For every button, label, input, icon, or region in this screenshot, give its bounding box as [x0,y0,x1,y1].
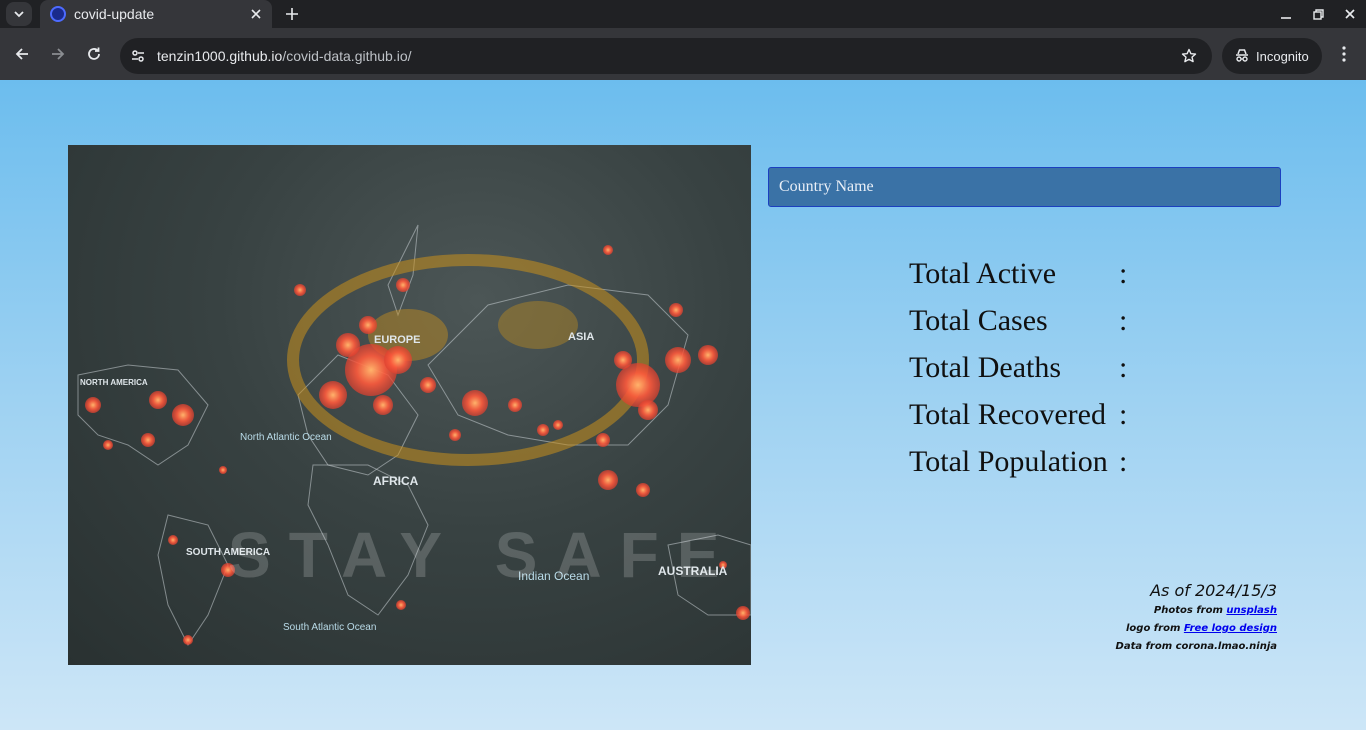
credits-block: As of 2024/15/3 Photos from unsplash log… [1116,580,1277,656]
stats-list: Total Active : Total Cases : Total Death… [909,250,1139,485]
as-of-date: As of 2024/15/3 [1150,581,1277,600]
stat-label: Total Active [909,256,1057,290]
logo-credit: logo from Free logo design [1116,620,1277,638]
logo-credit-prefix: logo from [1126,623,1181,634]
minimize-icon [1281,17,1291,19]
browser-toolbar: tenzin1000.github.io/covid-data.github.i… [0,28,1366,80]
country-search-input[interactable] [768,167,1281,207]
tab-title: covid-update [74,6,155,22]
minimize-button[interactable] [1270,0,1302,28]
map-label-europe: EUROPE [374,334,420,346]
new-tab-button[interactable] [280,2,304,26]
stat-row-population: Total Population : [909,438,1139,485]
stat-label: Total Recovered [909,397,1106,431]
stat-separator: : [1119,397,1128,431]
stat-separator: : [1119,350,1128,384]
back-button[interactable] [8,40,36,68]
map-label-africa: AFRICA [373,474,419,488]
tune-icon [132,50,144,62]
map-label-north-america: NORTH AMERICA [80,378,148,387]
tab-search-button[interactable] [6,2,32,26]
stat-row-recovered: Total Recovered : [909,391,1139,438]
photos-credit-prefix: Photos from [1153,605,1223,616]
site-favicon-icon [50,6,66,22]
incognito-label: Incognito [1256,48,1309,64]
reload-icon [88,47,100,60]
stat-row-cases: Total Cases : [909,297,1139,344]
stat-row-deaths: Total Deaths : [909,344,1139,391]
map-label-south-atlantic: South Atlantic Ocean [283,622,376,633]
stat-label: Total Cases [909,303,1048,337]
stat-separator: : [1119,444,1128,478]
close-window-button[interactable] [1334,0,1366,28]
more-vert-icon [1342,46,1346,62]
window-controls [1270,0,1366,28]
restore-button[interactable] [1302,0,1334,28]
tab-strip: covid-update [0,0,1366,28]
reload-button[interactable] [80,40,108,68]
url-text: tenzin1000.github.io/covid-data.github.i… [157,48,412,64]
browser-menu-button[interactable] [1332,40,1356,68]
covid-world-map-image: EUROPE ASIA AFRICA NORTH AMERICA SOUTH A… [68,145,751,665]
page-content: EUROPE ASIA AFRICA NORTH AMERICA SOUTH A… [0,80,1366,730]
photos-credit: Photos from unsplash [1116,602,1277,620]
url-path: /covid-data.github.io/ [282,48,412,64]
url-host: tenzin1000.github.io [157,48,283,64]
active-tab[interactable]: covid-update [40,0,272,28]
arrow-left-icon [15,48,28,60]
stat-label: Total Deaths [909,350,1062,384]
free-logo-design-link[interactable]: Free logo design [1184,623,1277,634]
stat-separator: : [1119,256,1128,290]
close-icon [1345,9,1355,19]
map-label-asia: ASIA [568,331,594,343]
close-tab-button[interactable] [246,4,266,24]
data-source-credit: Data from corona.lmao.ninja [1115,641,1277,652]
site-info-button[interactable] [123,41,153,71]
stat-separator: : [1119,303,1128,337]
star-icon [1181,48,1197,63]
chevron-down-icon [14,11,24,18]
map-stay-safe-watermark: STAY SAFE [228,519,737,591]
unsplash-link[interactable]: unsplash [1226,605,1277,616]
stat-row-active: Total Active : [909,250,1139,297]
arrow-right-icon [52,48,65,60]
incognito-indicator[interactable]: Incognito [1222,38,1322,74]
plus-icon [286,8,298,20]
incognito-icon [1234,48,1250,64]
stat-label: Total Population [909,444,1108,478]
close-icon [251,9,261,19]
forward-button[interactable] [44,40,72,68]
bookmark-button[interactable] [1176,43,1202,69]
restore-icon [1312,8,1324,20]
address-bar[interactable]: tenzin1000.github.io/covid-data.github.i… [120,38,1212,74]
map-label-north-atlantic: North Atlantic Ocean [240,432,332,443]
